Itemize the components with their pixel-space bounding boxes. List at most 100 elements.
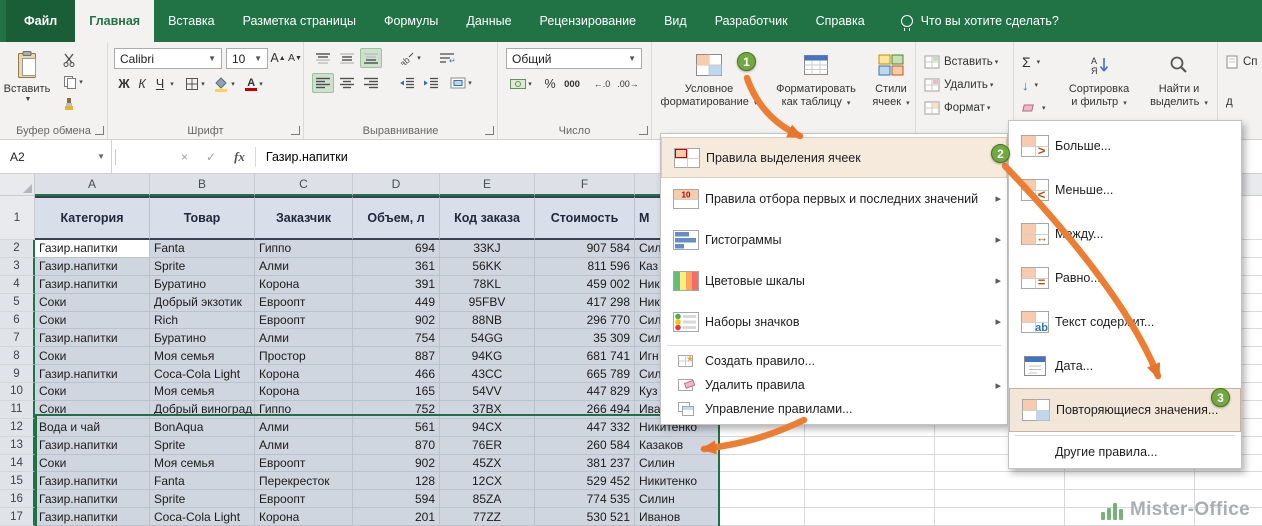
column-header-E[interactable]: E [440, 174, 535, 196]
align-top-button[interactable] [312, 48, 334, 68]
cell-empty[interactable] [805, 437, 935, 455]
cell-A2[interactable]: Газир.напитки [35, 240, 150, 258]
format-as-table-button[interactable]: Форматировать как таблицу ▾ [766, 44, 866, 136]
cell-C2[interactable]: Гиппо [255, 240, 353, 258]
ribbon-tab-0[interactable]: Файл [6, 0, 75, 42]
decrease-decimal-button[interactable]: .00→ [616, 74, 640, 94]
cell-A4[interactable]: Газир.напитки [35, 276, 150, 294]
cell-F17[interactable]: 530 521 [535, 508, 635, 526]
cell-G17[interactable]: Иванов [635, 508, 720, 526]
shrink-font-button[interactable]: А▼ [287, 48, 303, 68]
ribbon-tab-7[interactable]: Вид [650, 0, 701, 42]
comma-style-button[interactable]: 000 [560, 74, 584, 94]
cell-C5[interactable]: Евроопт [255, 294, 353, 312]
fill-button[interactable]: ↓▾ [1022, 75, 1038, 95]
alignment-dialog-launcher-icon[interactable] [485, 126, 494, 135]
fill-color-button[interactable]: ▾ [210, 74, 238, 94]
formula-bar-value[interactable]: Газир.напитки [266, 150, 348, 164]
cell-E10[interactable]: 54VV [440, 383, 535, 401]
align-bottom-button[interactable] [360, 48, 382, 68]
cell-A1[interactable]: Категория [35, 196, 150, 240]
row-header-12[interactable]: 12 [0, 419, 35, 437]
cell-D1[interactable]: Объем, л [353, 196, 440, 240]
menu-item-duplicate-values[interactable]: Повторяющиеся значения... [1009, 388, 1241, 432]
column-header-C[interactable]: C [255, 174, 353, 196]
cell-E17[interactable]: 77ZZ [440, 508, 535, 526]
cell-D14[interactable]: 902 [353, 455, 440, 473]
italic-button[interactable]: К [134, 74, 150, 94]
menu-item-new-rule[interactable]: ★Создать правило... [661, 349, 1007, 373]
cell-D13[interactable]: 870 [353, 437, 440, 455]
cell-F9[interactable]: 665 789 [535, 365, 635, 383]
menu-item-icon-sets[interactable]: Наборы значков▸ [661, 301, 1007, 342]
cell-F2[interactable]: 907 584 [535, 240, 635, 258]
decrease-indent-button[interactable] [396, 73, 418, 93]
cell-A11[interactable]: Соки [35, 401, 150, 419]
cell-A12[interactable]: Вода и чай [35, 419, 150, 437]
cell-C4[interactable]: Корона [255, 276, 353, 294]
cell-E14[interactable]: 45ZX [440, 455, 535, 473]
row-header-13[interactable]: 13 [0, 437, 35, 455]
cell-B15[interactable]: Fanta [150, 472, 255, 490]
cell-C9[interactable]: Корона [255, 365, 353, 383]
cell-D15[interactable]: 128 [353, 472, 440, 490]
cell-B16[interactable]: Sprite [150, 490, 255, 508]
menu-item-between[interactable]: ↔Между... [1009, 212, 1241, 256]
row-header-16[interactable]: 16 [0, 490, 35, 508]
column-header-B[interactable]: B [150, 174, 255, 196]
menu-item-manage-rules[interactable]: Управление правилами... [661, 397, 1007, 421]
row-header-7[interactable]: 7 [0, 329, 35, 347]
clipboard-dialog-launcher-icon[interactable] [95, 126, 104, 135]
ribbon-tab-5[interactable]: Данные [452, 0, 525, 42]
cut-button[interactable] [58, 50, 80, 70]
format-painter-button[interactable] [58, 94, 80, 114]
menu-item-highlight-cells-rules[interactable]: Правила выделения ячеек▸ [661, 137, 1007, 178]
cell-empty[interactable] [1195, 472, 1262, 490]
align-right-button[interactable] [360, 73, 382, 93]
cell-C12[interactable]: Алми [255, 419, 353, 437]
cell-F7[interactable]: 35 309 [535, 329, 635, 347]
cell-A13[interactable]: Газир.напитки [35, 437, 150, 455]
cell-empty[interactable] [805, 508, 935, 526]
formula-bar-splitter[interactable] [115, 149, 119, 165]
row-header-14[interactable]: 14 [0, 455, 35, 473]
cell-empty[interactable] [720, 490, 805, 508]
row-header-11[interactable]: 11 [0, 401, 35, 419]
cell-C3[interactable]: Алми [255, 258, 353, 276]
cut-off-button-top[interactable]: Сп [1226, 52, 1258, 72]
row-header-3[interactable]: 3 [0, 258, 35, 276]
cell-E5[interactable]: 95FBV [440, 294, 535, 312]
delete-cells-button[interactable]: Удалить▾ [924, 75, 993, 95]
column-header-D[interactable]: D [353, 174, 440, 196]
cell-A14[interactable]: Соки [35, 455, 150, 473]
menu-item-less-than[interactable]: <Меньше... [1009, 168, 1241, 212]
cell-B13[interactable]: Sprite [150, 437, 255, 455]
cell-G14[interactable]: Силин [635, 455, 720, 473]
cell-D4[interactable]: 391 [353, 276, 440, 294]
menu-item-data-bars[interactable]: Гистограммы▸ [661, 219, 1007, 260]
cell-E2[interactable]: 33KJ [440, 240, 535, 258]
cell-B4[interactable]: Буратино [150, 276, 255, 294]
percent-style-button[interactable]: % [542, 74, 558, 94]
cell-E3[interactable]: 56KK [440, 258, 535, 276]
font-size-combo[interactable]: 10▼ [226, 48, 268, 69]
cell-D2[interactable]: 694 [353, 240, 440, 258]
cell-A7[interactable]: Газир.напитки [35, 329, 150, 347]
ribbon-tab-4[interactable]: Формулы [370, 0, 452, 42]
cell-E12[interactable]: 94CX [440, 419, 535, 437]
cell-F16[interactable]: 774 535 [535, 490, 635, 508]
cell-A3[interactable]: Газир.напитки [35, 258, 150, 276]
row-header-6[interactable]: 6 [0, 312, 35, 330]
cell-A6[interactable]: Соки [35, 312, 150, 330]
clear-button[interactable]: ▾ [1022, 98, 1046, 118]
cell-empty[interactable] [720, 508, 805, 526]
align-left-button[interactable] [312, 73, 334, 93]
cell-F14[interactable]: 381 237 [535, 455, 635, 473]
ribbon-tab-9[interactable]: Справка [802, 0, 879, 42]
cell-B3[interactable]: Sprite [150, 258, 255, 276]
merge-center-button[interactable]: ▾ [446, 73, 476, 93]
cell-F4[interactable]: 459 002 [535, 276, 635, 294]
align-middle-button[interactable] [336, 48, 358, 68]
cell-D3[interactable]: 361 [353, 258, 440, 276]
cell-C13[interactable]: Алми [255, 437, 353, 455]
